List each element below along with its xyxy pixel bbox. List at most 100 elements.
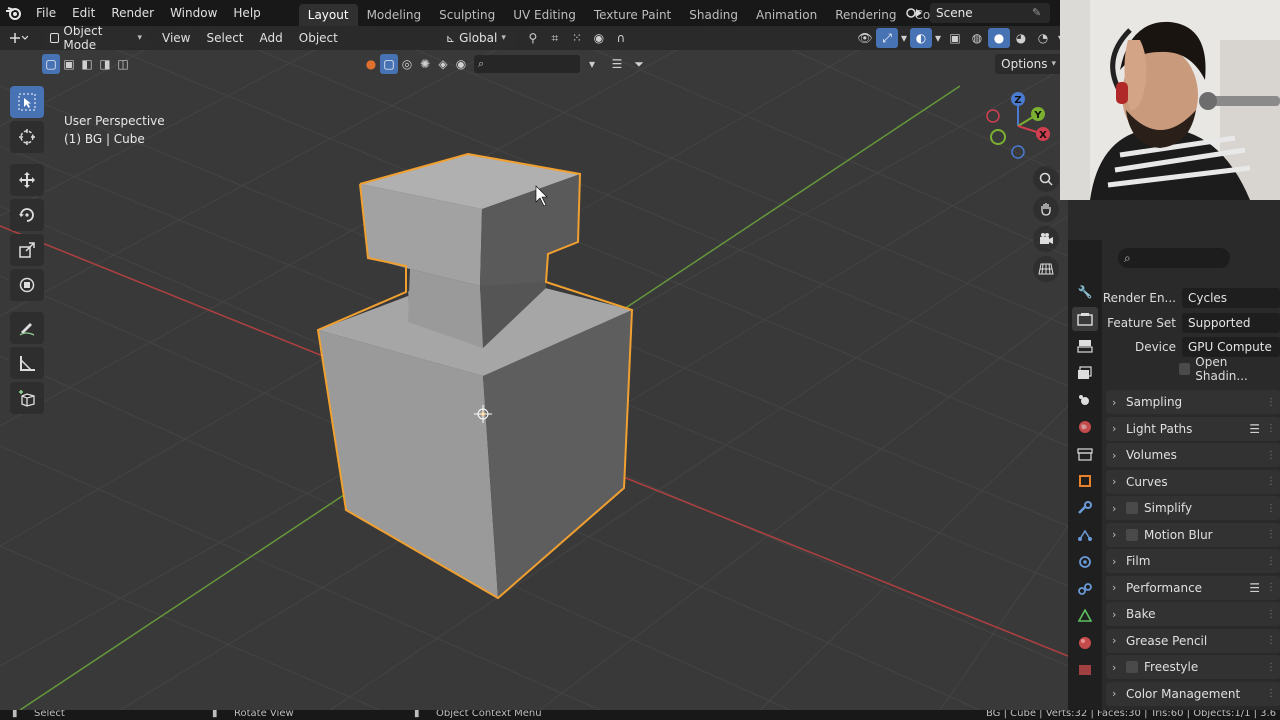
viewport-menu-add[interactable]: Add — [252, 31, 291, 45]
menu-edit[interactable]: Edit — [64, 0, 103, 26]
orientation-dropdown[interactable]: ⊾ Global ▾ — [439, 28, 516, 48]
proportional-icon[interactable]: ◉ — [588, 28, 610, 48]
panel-simplify[interactable]: › Simplify ⋮ — [1106, 496, 1280, 520]
panel-volumes[interactable]: › Volumes ⋮ — [1106, 443, 1280, 467]
drag-handle-icon[interactable]: ⋮ — [1266, 582, 1276, 593]
device-dropdown[interactable]: GPU Compute — [1182, 337, 1280, 357]
sort-icon[interactable]: ☰ — [606, 54, 628, 74]
menu-file[interactable]: File — [28, 0, 64, 26]
drag-handle-icon[interactable]: ⋮ — [1266, 423, 1276, 434]
rendered-shading-icon[interactable]: ◔ — [1032, 28, 1054, 48]
tab-modeling[interactable]: Modeling — [358, 4, 431, 26]
presets-list-icon[interactable]: ☰ — [1249, 581, 1260, 595]
chevron-down-icon[interactable]: ▾ — [932, 28, 944, 48]
tab-layout[interactable]: Layout — [298, 4, 358, 26]
viewport-menu-select[interactable]: Select — [198, 31, 251, 45]
object-tab-icon[interactable] — [1072, 469, 1098, 493]
particles-tab-icon[interactable] — [1072, 523, 1098, 547]
tab-animation[interactable]: Animation — [747, 4, 826, 26]
pivot-icon[interactable]: ⚲ — [522, 28, 544, 48]
checkbox[interactable] — [1126, 661, 1138, 673]
render-tab-icon[interactable] — [1072, 307, 1098, 331]
visibility-icon[interactable]: 👁 — [854, 28, 876, 48]
checkbox[interactable] — [1126, 528, 1138, 541]
camera-filter-icon[interactable]: ◈ — [434, 54, 452, 74]
render-engine-dropdown[interactable]: Cycles — [1182, 288, 1280, 308]
world-tab-icon[interactable] — [1072, 415, 1098, 439]
material-tab-icon[interactable] — [1072, 631, 1098, 655]
drag-handle-icon[interactable]: ⋮ — [1266, 662, 1276, 673]
measure-tool-icon[interactable] — [10, 347, 44, 379]
drag-handle-icon[interactable]: ⋮ — [1266, 609, 1276, 620]
tab-texture-paint[interactable]: Texture Paint — [585, 4, 680, 26]
feature-set-dropdown[interactable]: Supported — [1182, 313, 1280, 333]
select-subtract-icon[interactable]: ◧ — [78, 54, 96, 74]
modifier-tab-icon[interactable] — [1072, 496, 1098, 520]
tab-rendering[interactable]: Rendering — [826, 4, 905, 26]
drag-handle-icon[interactable]: ⋮ — [1266, 688, 1276, 699]
output-tab-icon[interactable] — [1072, 334, 1098, 358]
world-filter-icon[interactable]: ◉ — [452, 54, 470, 74]
drag-handle-icon[interactable]: ⋮ — [1266, 450, 1276, 461]
panel-freestyle[interactable]: › Freestyle ⋮ — [1106, 655, 1280, 679]
data-tab-icon[interactable] — [1072, 604, 1098, 628]
tab-shading[interactable]: Shading — [680, 4, 747, 26]
viewport-menu-object[interactable]: Object — [291, 31, 346, 45]
camera-view-icon[interactable] — [1033, 226, 1059, 252]
constraints-tab-icon[interactable] — [1072, 577, 1098, 601]
open-shading-checkbox[interactable]: Open Shadin... — [1178, 355, 1280, 383]
falloff-icon[interactable]: ∩ — [610, 28, 632, 48]
drag-handle-icon[interactable]: ⋮ — [1266, 397, 1276, 408]
gizmo-toggle-icon[interactable]: ⤢ — [876, 28, 898, 48]
select-intersect-icon[interactable]: ◫ — [114, 54, 132, 74]
mode-dropdown[interactable]: Object Mode ▾ — [44, 26, 148, 52]
drag-handle-icon[interactable]: ⋮ — [1266, 476, 1276, 487]
color-filter-icon[interactable]: ● — [362, 54, 380, 74]
cursor-tool-icon[interactable] — [10, 121, 44, 153]
panel-film[interactable]: › Film ⋮ — [1106, 549, 1280, 573]
editor-type-icon[interactable] — [0, 28, 36, 48]
options-dropdown[interactable]: Options ▾ — [995, 54, 1062, 74]
menu-help[interactable]: Help — [225, 0, 268, 26]
drag-handle-icon[interactable]: ⋮ — [1266, 503, 1276, 514]
select-invert-icon[interactable]: ◨ — [96, 54, 114, 74]
snap-icon[interactable]: ⌗ — [544, 28, 566, 48]
panel-sampling[interactable]: › Sampling ⋮ — [1106, 390, 1280, 414]
drag-handle-icon[interactable]: ⋮ — [1266, 556, 1276, 567]
add-cube-tool-icon[interactable] — [10, 382, 44, 414]
chevron-down-icon[interactable]: ▾ — [584, 54, 600, 74]
view-layer-tab-icon[interactable] — [1072, 361, 1098, 385]
snap-target-icon[interactable]: ⁙ — [566, 28, 588, 48]
xray-icon[interactable]: ▣ — [944, 28, 966, 48]
overlay-toggle-icon[interactable]: ◐ — [910, 28, 932, 48]
blender-logo-icon[interactable] — [0, 0, 28, 26]
annotate-tool-icon[interactable] — [10, 312, 44, 344]
select-extend-icon[interactable]: ▣ — [60, 54, 78, 74]
menu-window[interactable]: Window — [162, 0, 225, 26]
panel-performance[interactable]: › Performance ☰ ⋮ — [1106, 575, 1280, 600]
filter-search-input[interactable]: ⌕ — [474, 55, 580, 73]
select-box-mode-icon[interactable]: ▢ — [42, 54, 60, 74]
filter-icon[interactable]: ⏷ — [628, 54, 650, 74]
object-filter-icon[interactable]: ▢ — [380, 54, 398, 74]
drag-handle-icon[interactable]: ⋮ — [1266, 529, 1276, 540]
transform-tool-icon[interactable] — [10, 269, 44, 301]
panel-light-paths[interactable]: › Light Paths ☰ ⋮ — [1106, 416, 1280, 441]
panel-grease-pencil[interactable]: › Grease Pencil ⋮ — [1106, 628, 1280, 653]
tool-tab-icon[interactable]: 🔧 — [1072, 280, 1098, 304]
panel-color-management[interactable]: › Color Management ⋮ — [1106, 681, 1280, 706]
tab-sculpting[interactable]: Sculpting — [430, 4, 504, 26]
collection-tab-icon[interactable] — [1072, 442, 1098, 466]
properties-search-input[interactable]: ⌕ — [1118, 248, 1230, 268]
panel-bake[interactable]: › Bake ⋮ — [1106, 602, 1280, 626]
perspective-toggle-icon[interactable] — [1033, 256, 1059, 282]
tab-uv-editing[interactable]: UV Editing — [504, 4, 585, 26]
panel-curves[interactable]: › Curves ⋮ — [1106, 469, 1280, 494]
scene-tab-icon[interactable] — [1072, 388, 1098, 412]
3d-viewport[interactable]: Object Mode ▾ View Select Add Object ⊾ Glob… — [0, 26, 1068, 710]
pin-icon[interactable]: ✎ — [1032, 6, 1041, 19]
menu-render[interactable]: Render — [103, 0, 162, 26]
solid-shading-icon[interactable]: ● — [988, 28, 1010, 48]
chevron-down-icon[interactable]: ▾ — [898, 28, 910, 48]
material-shading-icon[interactable]: ◕ — [1010, 28, 1032, 48]
